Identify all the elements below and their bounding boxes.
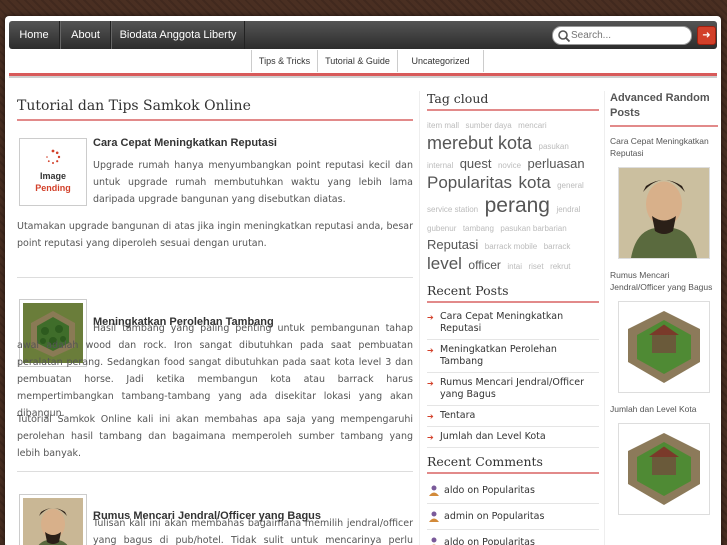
page-title: Tutorial dan Tips Samkok Online — [17, 98, 251, 114]
loading-icon — [46, 149, 61, 164]
tag-link[interactable]: riset — [528, 262, 543, 271]
nav-about[interactable]: About — [60, 21, 111, 49]
tag-link[interactable]: pasukan — [539, 142, 569, 151]
user-icon — [429, 511, 439, 522]
tag-link[interactable]: gubenur — [427, 224, 456, 233]
tag-cloud: item mall sumber daya mencari merebut ko… — [427, 115, 599, 275]
tag-link[interactable]: kota — [519, 173, 551, 192]
tag-link[interactable]: jendral — [556, 205, 580, 214]
list-item[interactable]: admin on Popularitas — [427, 504, 599, 530]
post-excerpt-1: Upgrade rumah hanya menyumbangkan point … — [93, 160, 413, 205]
tag-link[interactable]: Reputasi — [427, 237, 478, 252]
random-posts-title: Advanced Random Posts — [610, 91, 718, 127]
tag-link[interactable]: internal — [427, 161, 453, 170]
arrow-right-icon: ➔ — [427, 411, 434, 421]
list-item[interactable]: ➔ Meningkatkan Perolehan Tambang — [427, 340, 599, 373]
tag-link[interactable]: perluasan — [528, 156, 585, 171]
tag-link[interactable]: intai — [507, 262, 522, 271]
image-pending-label-2: Pending — [35, 183, 71, 193]
post-paragraph-2: Tutorial Samkok Online kali ini akan mem… — [17, 414, 413, 459]
fortress-image[interactable] — [618, 301, 710, 393]
post-paragraph-1: Utamakan upgrade bangunan di atas jika i… — [17, 221, 413, 249]
random-post-link[interactable]: Rumus Mencari Jendral/Officer yang Bagus — [610, 269, 718, 293]
tag-link[interactable]: barrack mobile — [485, 242, 537, 251]
nav-biodata[interactable]: Biodata Anggota Liberty — [111, 21, 245, 49]
arrow-right-icon: ➔ — [427, 378, 434, 388]
tag-link[interactable]: officer — [468, 258, 500, 273]
nav-home[interactable]: Home — [9, 21, 60, 49]
list-item[interactable]: aldo on Popularitas — [427, 478, 599, 504]
column-divider — [419, 91, 420, 545]
image-pending-label: Image — [39, 171, 66, 181]
general-portrait-image[interactable] — [618, 167, 710, 259]
top-navbar: Home About Biodata Anggota Liberty ➜ — [9, 21, 717, 49]
general-portrait-thumbnail — [23, 498, 83, 545]
tag-cloud-title: Tag cloud — [427, 91, 599, 111]
post-separator — [17, 277, 413, 278]
list-item[interactable]: aldo on Popularitas — [427, 530, 599, 545]
search-box — [552, 26, 692, 45]
column-divider — [604, 91, 605, 545]
arrow-right-icon: ➔ — [427, 345, 434, 355]
random-post-link[interactable]: Jumlah dan Level Kota — [610, 403, 718, 415]
tag-link[interactable]: quest — [460, 156, 492, 171]
post-thumbnail[interactable]: Image Pending — [19, 138, 87, 206]
tag-link[interactable]: novice — [498, 161, 521, 170]
tag-link[interactable]: level — [427, 254, 462, 273]
header-divider-shadow — [9, 76, 717, 78]
post-title-1[interactable]: Cara Cepat Meningkatkan Reputasi — [93, 137, 277, 149]
search-button[interactable]: ➜ — [697, 26, 716, 45]
tag-link[interactable]: rekrut — [550, 262, 570, 271]
list-item[interactable]: ➔ Rumus Mencari Jendral/Officer yang Bagu… — [427, 373, 599, 406]
tag-link[interactable]: merebut kota — [427, 133, 532, 153]
category-tips-tricks[interactable]: Tips & Tricks — [251, 50, 317, 72]
fortress-image[interactable] — [618, 423, 710, 515]
recent-posts-title: Recent Posts — [427, 283, 599, 303]
search-input[interactable] — [571, 28, 686, 43]
category-tutorial-guide[interactable]: Tutorial & Guide — [317, 50, 397, 72]
title-divider — [17, 119, 413, 121]
arrow-right-icon: ➔ — [427, 312, 434, 322]
tag-link[interactable]: Popularitas — [427, 173, 512, 192]
user-icon — [431, 537, 437, 545]
user-icon — [429, 485, 439, 496]
page-frame: Home About Biodata Anggota Liberty ➜ Tip… — [5, 16, 721, 545]
tag-link[interactable]: service station — [427, 205, 478, 214]
tag-link[interactable]: mencari — [518, 121, 546, 130]
tag-link[interactable]: tambang — [463, 224, 494, 233]
post-thumbnail[interactable] — [19, 494, 87, 545]
random-post-link[interactable]: Cara Cepat Meningkatkan Reputasi — [610, 135, 718, 159]
sidebar-middle: Tag cloud item mall sumber daya mencari … — [427, 91, 599, 545]
tag-link[interactable]: perang — [485, 194, 550, 217]
tag-link[interactable]: sumber daya — [465, 121, 511, 130]
tag-link[interactable]: general — [557, 181, 584, 190]
sidebar-right: Advanced Random Posts Cara Cepat Meningk… — [610, 91, 718, 525]
recent-comments-list: aldo on Popularitas admin on Popularitas… — [427, 478, 599, 545]
list-item[interactable]: ➔ Cara Cepat Meningkatkan Reputasi — [427, 307, 599, 340]
category-uncategorized[interactable]: Uncategorized — [397, 50, 484, 72]
category-nav: Tips & Tricks Tutorial & Guide Uncategor… — [9, 50, 717, 72]
tag-link[interactable]: pasukan barbarian — [500, 224, 566, 233]
recent-comments-title: Recent Comments — [427, 454, 599, 474]
post-excerpt-3: Tulisan kali ini akan membahas bagaimana… — [93, 518, 413, 545]
list-item[interactable]: ➔ Jumlah dan Level Kota — [427, 427, 599, 448]
tag-link[interactable]: barrack — [544, 242, 571, 251]
recent-posts-list: ➔ Cara Cepat Meningkatkan Reputasi ➔ Menin… — [427, 307, 599, 448]
search-icon — [558, 30, 571, 43]
tag-link[interactable]: item mall — [427, 121, 459, 130]
post-separator — [17, 471, 413, 472]
arrow-right-icon: ➔ — [427, 432, 434, 442]
list-item[interactable]: ➔ Tentara — [427, 406, 599, 427]
post-excerpt-2: Hasil tambang yang paling penting untuk … — [17, 323, 413, 419]
